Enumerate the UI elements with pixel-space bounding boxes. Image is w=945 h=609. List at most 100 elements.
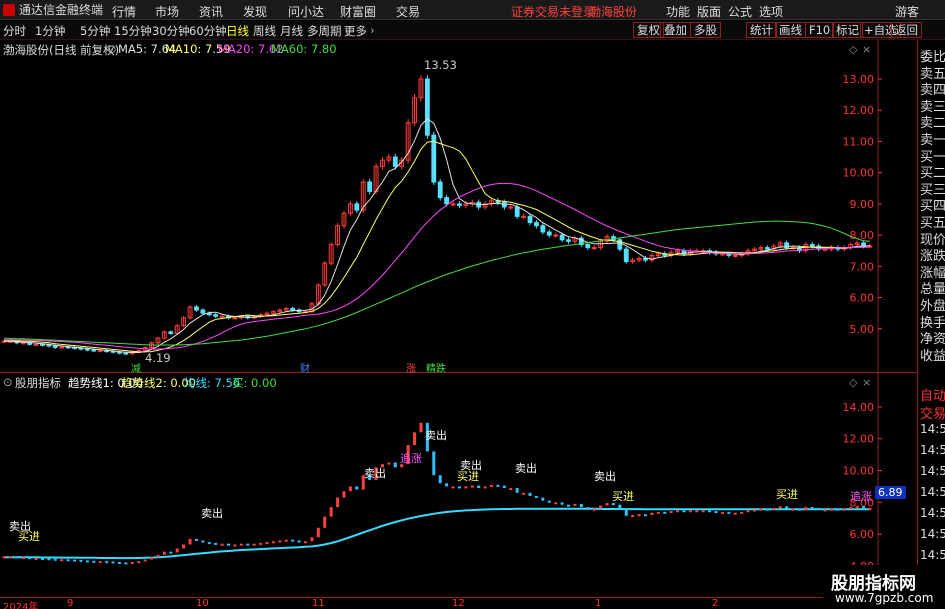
indicator-bar	[765, 508, 769, 511]
menu-gongneng[interactable]: 功能	[666, 3, 690, 20]
tab-multi-period[interactable]: 多周期	[307, 23, 342, 39]
candle-body	[591, 247, 597, 250]
indicator-bar	[130, 561, 134, 564]
signal-up: 追涨	[850, 490, 872, 503]
signal-buy: 买进	[776, 488, 798, 501]
indicator-bar	[515, 488, 519, 493]
guest-label[interactable]: 游客	[895, 3, 919, 20]
indicator-close-icon[interactable]: ×	[862, 376, 871, 389]
signal-buy: 买进	[612, 490, 634, 503]
chevron-right-icon[interactable]: ›	[370, 23, 375, 37]
indicator-bar	[778, 506, 782, 509]
auto-trade-label[interactable]: 交易	[920, 403, 945, 422]
tab-daily[interactable]: 日线	[226, 23, 249, 39]
candle-body	[540, 225, 546, 233]
indicator-bar	[316, 527, 320, 538]
candle-body	[809, 243, 815, 247]
duogu-button[interactable]: 多股	[690, 22, 721, 38]
menu-jiaoyi[interactable]: 交易	[396, 3, 420, 20]
candle-body	[168, 331, 174, 334]
menu-banmian[interactable]: 版面	[697, 3, 721, 20]
menu-bar: 通达信金融终端 行情 市场 资讯 发现 问小达 财富圈 交易 证券交易未登录 渤…	[0, 0, 945, 20]
tick-time-label: 14:5	[920, 485, 945, 499]
x-axis: 2024年 9 10 11 12 1 2	[0, 597, 917, 609]
menu-faxian[interactable]: 发现	[243, 3, 267, 20]
avg-line	[4, 507, 870, 560]
menu-caifuquan[interactable]: 财富圈	[340, 3, 376, 20]
tab-more[interactable]: 更多	[344, 23, 367, 39]
indicator-chart[interactable]: 4.006.008.0010.0012.0014.00	[0, 373, 917, 597]
tab-30min[interactable]: 30分钟	[152, 23, 190, 39]
menu-shichang[interactable]: 市场	[155, 3, 179, 20]
indicator-bar	[105, 561, 109, 564]
candle-body	[20, 342, 26, 345]
indicator-bar	[579, 503, 583, 508]
indicator-bar	[92, 560, 96, 563]
tick-time-label: 14:5	[920, 548, 945, 562]
tick-time-label: 14:5	[920, 527, 945, 541]
menu-hangqing[interactable]: 行情	[112, 3, 136, 20]
biaoji-button[interactable]: 标记	[832, 22, 863, 38]
indicator-bar	[457, 486, 461, 489]
indicator-bar	[855, 506, 859, 509]
indicator-bar	[214, 542, 218, 545]
indicator-bar	[701, 510, 705, 513]
candle-body	[764, 247, 770, 250]
menu-gongshi[interactable]: 公式	[728, 3, 752, 20]
indicator-bar	[259, 542, 263, 545]
menu-zixun[interactable]: 资讯	[199, 3, 223, 20]
tab-weekly[interactable]: 周线	[253, 23, 276, 39]
y-tick-label: 13.00	[843, 73, 875, 86]
watermark-url: www.7gpzb.com	[835, 591, 934, 605]
candle-body	[514, 206, 520, 217]
low-price-label: 4.19	[145, 351, 171, 365]
stock-label: 渤海股份(日线 前复权)	[3, 43, 120, 57]
kline-chart[interactable]: 5.006.007.008.009.0010.0011.0012.0013.00	[0, 40, 917, 373]
indicator-bar	[137, 561, 141, 564]
xaxis-label: 11	[312, 598, 325, 609]
ma-toggle-icon[interactable]: ⊙	[107, 42, 117, 56]
candle-body	[194, 306, 199, 311]
indicator-bar	[284, 539, 288, 542]
tab-60min[interactable]: 60分钟	[189, 23, 227, 39]
stock-link[interactable]: 渤海股份	[589, 3, 637, 20]
diejia-button[interactable]: 叠加	[660, 22, 691, 38]
chart-close-icon[interactable]: ×	[862, 43, 871, 56]
indicator-bar	[227, 543, 231, 546]
menu-wenxiaoda[interactable]: 问小达	[288, 3, 324, 20]
indicator-bar	[772, 507, 776, 510]
indicator-bar	[534, 495, 538, 498]
chart-expand-icon[interactable]: ◇	[849, 43, 857, 56]
auto-trade-label[interactable]: 自动	[920, 385, 945, 404]
candle-body	[123, 352, 129, 355]
login-notice[interactable]: 证券交易未登录	[511, 3, 595, 20]
indicator-bar	[830, 508, 834, 511]
indicator-bar	[817, 507, 821, 510]
candle-body	[521, 215, 527, 218]
back-button[interactable]: 返回	[891, 22, 922, 38]
candle-body	[508, 206, 514, 209]
y-tick-label: 10.00	[843, 167, 875, 180]
menu-xuanxiang[interactable]: 选项	[759, 3, 783, 20]
indicator-bar	[618, 504, 622, 510]
indicator-bar	[669, 511, 673, 514]
indicator-bar	[303, 541, 307, 544]
indicator-bar	[156, 554, 160, 558]
tab-1min[interactable]: 1分钟	[35, 23, 65, 39]
candle-body	[559, 234, 565, 241]
indicator-bar	[143, 559, 147, 562]
tongji-button[interactable]: 统计	[746, 22, 777, 38]
tab-5min[interactable]: 5分钟	[80, 23, 110, 39]
indicator-bar	[483, 486, 487, 489]
indicator-expand-icon[interactable]: ◇	[849, 376, 857, 389]
huaxian-button[interactable]: 画线	[775, 22, 806, 38]
f10-button[interactable]: F10	[805, 22, 835, 38]
indicator-bar	[599, 505, 603, 509]
indicator-bar	[804, 507, 808, 511]
tab-monthly[interactable]: 月线	[280, 23, 303, 39]
indicator-bar	[682, 510, 686, 513]
tab-15min[interactable]: 15分钟	[114, 23, 152, 39]
indicator-toggle-icon[interactable]: ⊙	[3, 375, 13, 389]
tab-fenshi[interactable]: 分时	[3, 23, 26, 39]
indicator-bar	[53, 558, 57, 561]
